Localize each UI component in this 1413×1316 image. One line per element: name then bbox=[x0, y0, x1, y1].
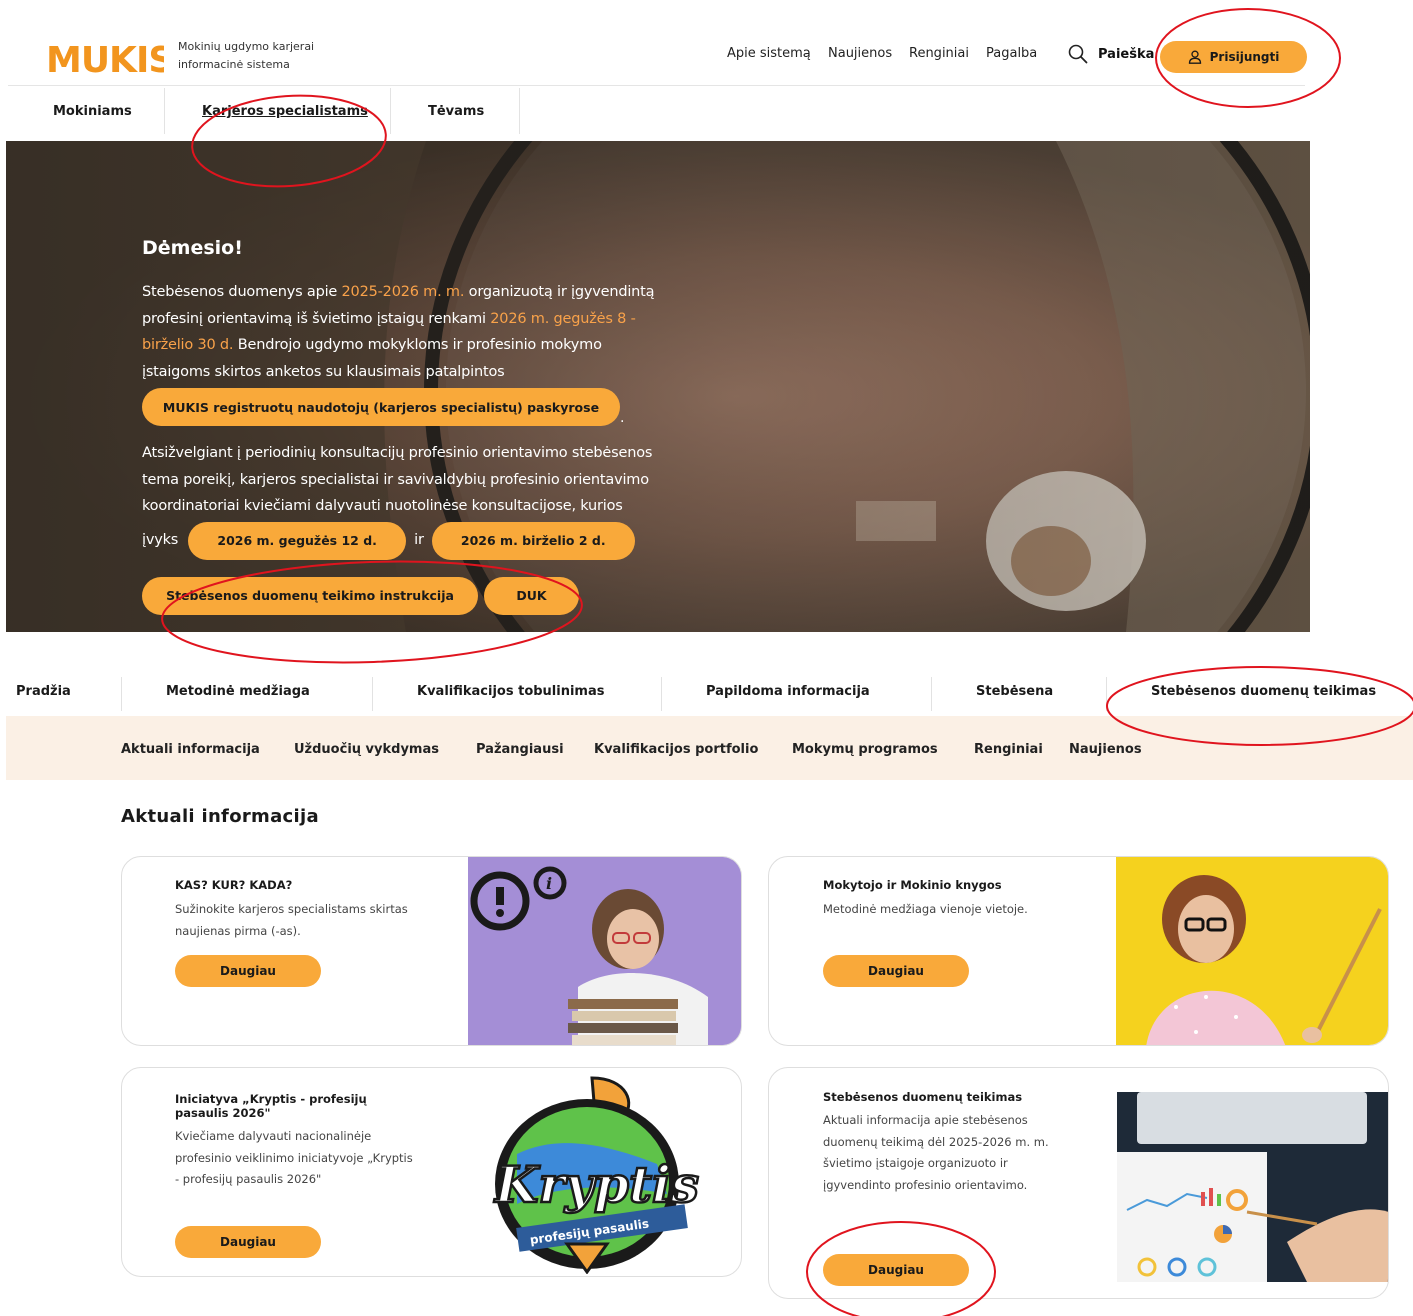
kryptis-logo: Kryptis profesijų pasaulis bbox=[492, 1076, 700, 1274]
mainnav-divider bbox=[1106, 677, 1107, 711]
hero-content: Dėmesio! Stebėsenos duomenys apie 2025-2… bbox=[142, 237, 672, 615]
tagline-line-1: Mokinių ugdymo karjerai bbox=[178, 40, 315, 53]
hero-banner: Dėmesio! Stebėsenos duomenys apie 2025-2… bbox=[6, 141, 1310, 632]
mainnav-divider bbox=[372, 677, 373, 711]
mainnav-stebesenos-duomenu-teikimas[interactable]: Stebėsenos duomenų teikimas bbox=[1151, 684, 1376, 699]
card-image-student: i bbox=[468, 857, 741, 1045]
hero-highlight-year: 2025-2026 m. m. bbox=[341, 284, 465, 300]
card-title: Mokytojo ir Mokinio knygos bbox=[823, 878, 1002, 892]
card-title: KAS? KUR? KADA? bbox=[175, 878, 293, 892]
subnav-naujienos[interactable]: Naujienos bbox=[1069, 742, 1142, 757]
card-title: Stebėsenos duomenų teikimas bbox=[823, 1090, 1023, 1104]
search-button[interactable]: Paieška bbox=[1068, 44, 1154, 64]
teacher-with-pointer-illustration bbox=[1116, 857, 1388, 1045]
topnav-pagalba[interactable]: Pagalba bbox=[986, 46, 1037, 61]
mainnav-divider bbox=[931, 677, 932, 711]
card-description: Aktuali informacija apie stebėsenos duom… bbox=[823, 1113, 1049, 1192]
tab-tevams[interactable]: Tėvams bbox=[428, 104, 484, 119]
hero-title: Dėmesio! bbox=[142, 237, 243, 259]
card-more-button[interactable]: Daugiau bbox=[823, 955, 969, 987]
card-image-data-charts bbox=[1117, 1092, 1388, 1282]
card-stebesenos-duomenu-teikimas: Stebėsenos duomenų teikimas Aktuali info… bbox=[768, 1067, 1389, 1299]
mainnav-papildoma-informacija[interactable]: Papildoma informacija bbox=[706, 684, 870, 699]
subnav-renginiai[interactable]: Renginiai bbox=[974, 742, 1043, 757]
card-kas-kur-kada: KAS? KUR? KADA? Sužinokite karjeros spec… bbox=[121, 856, 742, 1046]
user-icon bbox=[1188, 50, 1201, 64]
search-icon bbox=[1068, 44, 1088, 64]
site-header: MUKIS Mokinių ugdymo karjerai informacin… bbox=[0, 0, 1413, 86]
mainnav-pradzia[interactable]: Pradžia bbox=[16, 684, 71, 699]
search-label: Paieška bbox=[1098, 46, 1155, 62]
card-more-button[interactable]: Daugiau bbox=[175, 955, 321, 987]
card-description: Sužinokite karjeros specialistams skirta… bbox=[175, 902, 408, 938]
card-description: Metodinė medžiaga vienoje vietoje. bbox=[823, 902, 1028, 916]
card-mokytojo-ir-mokinio-knygos: Mokytojo ir Mokinio knygos Metodinė medž… bbox=[768, 856, 1389, 1046]
card-image-kryptis-logo: Kryptis profesijų pasaulis bbox=[477, 1074, 727, 1274]
card-more-button[interactable]: Daugiau bbox=[823, 1254, 969, 1286]
hero-actions: Stebėsenos duomenų teikimo instrukcija D… bbox=[142, 576, 672, 615]
login-button[interactable]: Prisijungti bbox=[1160, 41, 1307, 73]
tab-divider bbox=[164, 88, 165, 134]
hero-paragraph-1: Stebėsenos duomenys apie 2025-2026 m. m.… bbox=[142, 284, 655, 380]
subnav-aktuali-informacija[interactable]: Aktuali informacija bbox=[121, 742, 260, 757]
hero-accounts-row: MUKIS registruotų naudotojų (karjeros sp… bbox=[142, 388, 672, 426]
mainnav-stebesena[interactable]: Stebėsena bbox=[976, 684, 1053, 699]
tab-divider bbox=[390, 88, 391, 134]
date-2-button[interactable]: 2026 m. birželio 2 d. bbox=[431, 521, 635, 560]
instructions-button[interactable]: Stebėsenos duomenų teikimo instrukcija bbox=[142, 576, 478, 615]
subnav-kvalifikacijos-portfolio[interactable]: Kvalifikacijos portfolio bbox=[594, 742, 758, 757]
subnav-pazangiausi[interactable]: Pažangiausi bbox=[476, 742, 564, 757]
login-label: Prisijungti bbox=[1209, 50, 1280, 64]
header-divider bbox=[8, 85, 1305, 86]
logo-tagline: Mokinių ugdymo karjerai informacinė sist… bbox=[178, 38, 338, 74]
data-charts-illustration bbox=[1117, 1092, 1388, 1282]
svg-text:i: i bbox=[546, 874, 552, 893]
faq-button[interactable]: DUK bbox=[484, 576, 579, 615]
date-1-button[interactable]: 2026 m. gegužės 12 d. bbox=[188, 521, 407, 560]
mainnav-divider bbox=[121, 677, 122, 711]
card-title: Iniciatyva „Kryptis - profesijų pasaulis… bbox=[175, 1092, 367, 1120]
accounts-link-button[interactable]: MUKIS registruotų naudotojų (karjeros sp… bbox=[142, 388, 620, 426]
subnav-mokymu-programos[interactable]: Mokymų programos bbox=[792, 742, 938, 757]
kryptis-logo-text: Kryptis bbox=[493, 1155, 699, 1214]
sub-navigation: Aktuali informacija Užduočių vykdymas Pa… bbox=[6, 716, 1413, 780]
mainnav-divider bbox=[661, 677, 662, 711]
card-kryptis-iniciatyva: Iniciatyva „Kryptis - profesijų pasaulis… bbox=[121, 1067, 742, 1277]
mukis-logo[interactable]: MUKIS bbox=[46, 38, 164, 78]
section-title: Aktuali informacija bbox=[121, 806, 319, 827]
card-description: Kviečiame dalyvauti nacionalinėje profes… bbox=[175, 1129, 413, 1186]
tagline-line-2: informacinė sistema bbox=[178, 58, 290, 71]
student-with-books-illustration: i bbox=[468, 857, 741, 1045]
topnav-naujienos[interactable]: Naujienos bbox=[828, 46, 892, 61]
tab-divider bbox=[519, 88, 520, 134]
hero-paragraph-2: Atsižvelgiant į periodinių konsultacijų … bbox=[142, 445, 653, 514]
main-navigation: Pradžia Metodinė medžiaga Kvalifikacijos… bbox=[0, 668, 1413, 716]
topnav-renginiai[interactable]: Renginiai bbox=[909, 46, 969, 61]
mainnav-kvalifikacijos-tobulinimas[interactable]: Kvalifikacijos tobulinimas bbox=[417, 684, 604, 699]
topnav-apie-sistema[interactable]: Apie sistemą bbox=[727, 46, 811, 61]
card-image-teacher bbox=[1116, 857, 1388, 1045]
card-more-button[interactable]: Daugiau bbox=[175, 1226, 321, 1258]
hero-dates-row: įvyks 2026 m. gegužės 12 d. ir 2026 m. b… bbox=[142, 521, 672, 560]
subnav-uzduociu-vykdymas[interactable]: Užduočių vykdymas bbox=[294, 742, 439, 757]
tab-mokiniams[interactable]: Mokiniams bbox=[53, 104, 132, 119]
mainnav-metodine-medziaga[interactable]: Metodinė medžiaga bbox=[166, 684, 310, 699]
tab-karjeros-specialistams[interactable]: Karjeros specialistams bbox=[202, 104, 368, 119]
